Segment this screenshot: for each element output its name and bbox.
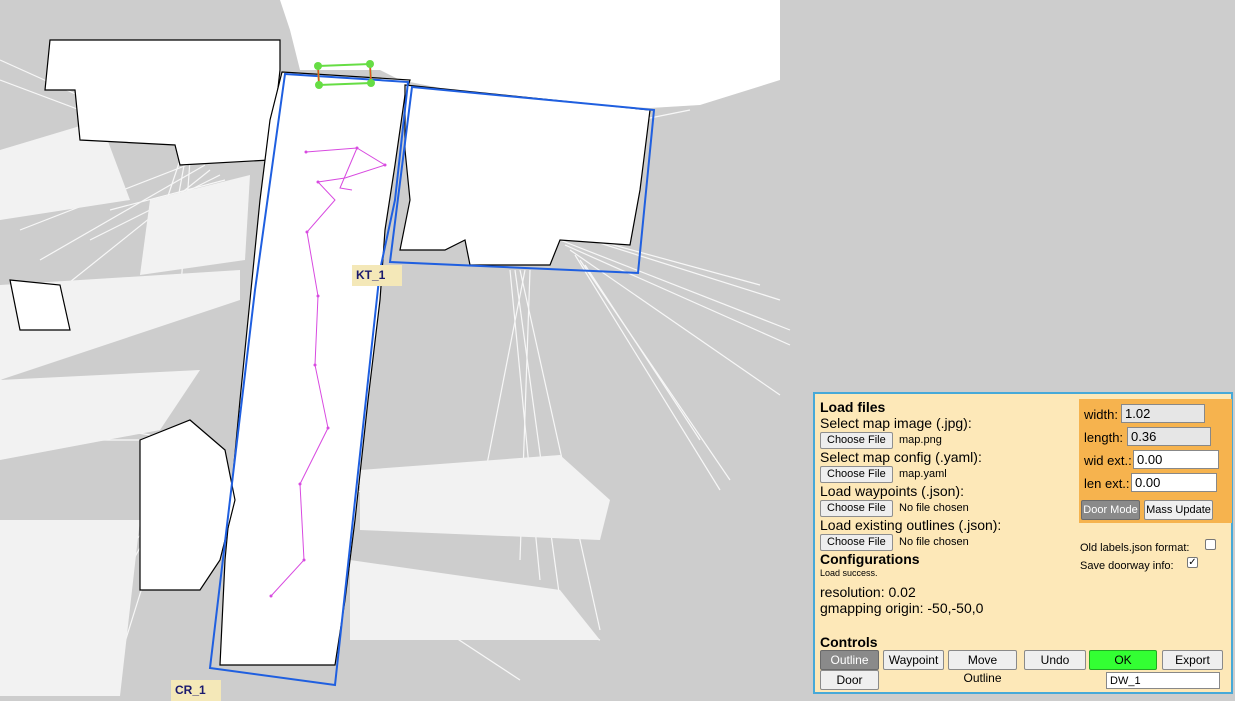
door-mode-button[interactable]: Door Mode <box>1081 500 1140 520</box>
outlines-label: Load existing outlines (.json): <box>820 517 1002 533</box>
load-files-title: Load files <box>820 399 886 415</box>
waypoints-filename: No file chosen <box>899 502 969 514</box>
door-width-field[interactable] <box>1121 404 1205 423</box>
door-length-label: length: <box>1084 430 1124 445</box>
save-doorway-checkbox[interactable]: ✓ <box>1187 557 1198 568</box>
outlines-choose-button[interactable]: Choose File <box>820 534 893 551</box>
wid-ext-label: wid ext.: <box>1084 453 1132 468</box>
door-button[interactable]: Door <box>820 670 879 690</box>
map-config-label: Select map config (.yaml): <box>820 449 982 465</box>
map-image-label: Select map image (.jpg): <box>820 415 972 431</box>
old-labels-label: Old labels.json format: <box>1080 542 1190 554</box>
map-config-choose-button[interactable]: Choose File <box>820 466 893 483</box>
door-width-label: width: <box>1084 407 1118 422</box>
label-name-input[interactable] <box>1106 672 1220 689</box>
controls-title: Controls <box>820 634 878 650</box>
len-ext-label: len ext.: <box>1084 476 1130 491</box>
mass-update-button[interactable]: Mass Update <box>1144 500 1213 520</box>
resolution-text: resolution: 0.02 <box>820 584 916 600</box>
control-panel: Load files Select map image (.jpg): Choo… <box>813 392 1233 694</box>
export-button[interactable]: Export <box>1162 650 1223 670</box>
room-label-cr[interactable]: CR_1 <box>171 680 221 701</box>
configurations-title: Configurations <box>820 551 920 567</box>
map-image-choose-button[interactable]: Choose File <box>820 432 893 449</box>
door-length-field[interactable] <box>1127 427 1211 446</box>
old-labels-checkbox[interactable] <box>1205 539 1216 550</box>
waypoints-label: Load waypoints (.json): <box>820 483 964 499</box>
outline-button[interactable]: Outline <box>820 650 879 670</box>
map-image-filename: map.png <box>899 434 942 446</box>
waypoints-choose-button[interactable]: Choose File <box>820 500 893 517</box>
ok-button[interactable]: OK <box>1089 650 1157 670</box>
waypoint-button[interactable]: Waypoint <box>883 650 944 670</box>
map-config-filename: map.yaml <box>899 468 947 480</box>
save-doorway-label: Save doorway info: <box>1080 560 1174 572</box>
move-outline-button[interactable]: Move Outline <box>948 650 1017 685</box>
room-label-kt[interactable]: KT_1 <box>352 265 402 286</box>
outlines-filename: No file chosen <box>899 536 969 548</box>
wid-ext-field[interactable] <box>1133 450 1219 469</box>
room-label-cr-text: CR_1 <box>175 683 206 697</box>
undo-button[interactable]: Undo <box>1024 650 1086 670</box>
load-status: Load success. <box>820 568 878 578</box>
room-label-kt-text: KT_1 <box>356 268 386 282</box>
gmapping-origin-text: gmapping origin: -50,-50,0 <box>820 600 984 616</box>
door-settings: width: length: wid ext.: len ext.: Door … <box>1079 399 1232 523</box>
len-ext-field[interactable] <box>1131 473 1217 492</box>
